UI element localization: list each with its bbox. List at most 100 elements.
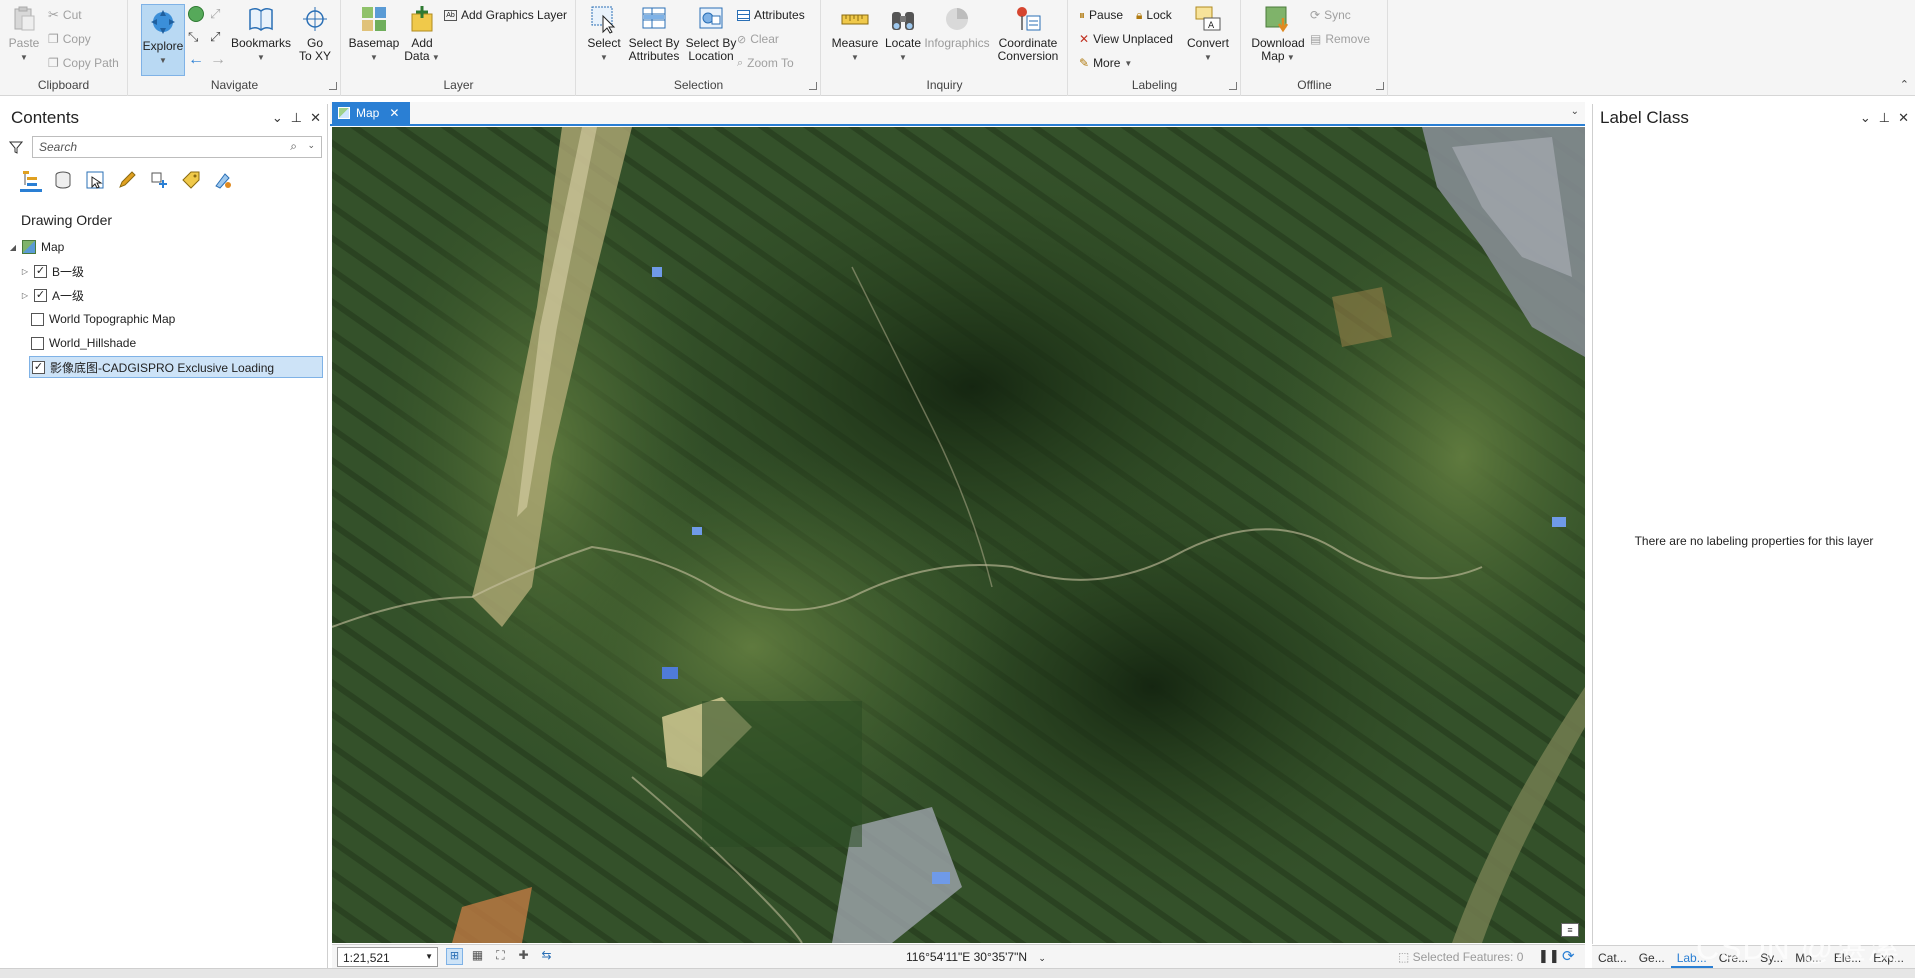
coordinate-conversion-button[interactable]: Coordinate Conversion <box>992 4 1064 63</box>
drawing-order-view-icon[interactable] <box>20 168 42 192</box>
lock-icon: 🔒︎ <box>1136 7 1143 22</box>
fixed-zoom-icon[interactable]: ⤢ <box>210 6 226 22</box>
chevron-down-icon[interactable]: ⌄ <box>307 140 315 151</box>
add-graphics-layer-button[interactable]: Ab Add Graphics Layer <box>444 5 567 25</box>
remove-button[interactable]: ▤ Remove <box>1310 29 1370 49</box>
dialog-launcher-icon[interactable] <box>1376 82 1384 90</box>
snapping-icon[interactable]: ⛶ <box>492 948 509 965</box>
selected-features-indicator[interactable]: ⬚ Selected Features: 0 <box>1398 950 1523 964</box>
layer-row-imagery-basemap[interactable]: ✓ 影像底图-CADGISPRO Exclusive Loading <box>29 356 323 378</box>
navigation-tool-icon[interactable]: ⊞ <box>446 948 463 965</box>
grid-icon[interactable]: ▦ <box>469 948 486 965</box>
forward-arrow-icon[interactable]: → <box>210 51 226 69</box>
view-unplaced-button[interactable]: ✕ View Unplaced <box>1079 29 1173 49</box>
map-view-tools: ⊞ ▦ ⛶ ✚ ⇆ <box>446 948 555 965</box>
attributes-button[interactable]: Attributes <box>737 5 805 25</box>
clear-selection-button[interactable]: ⊘ Clear <box>737 29 779 49</box>
dialog-launcher-icon[interactable] <box>329 82 337 90</box>
close-icon[interactable]: ✕ <box>1898 110 1909 126</box>
cut-button[interactable]: ✂ Cut <box>48 5 82 25</box>
labeling-view-icon[interactable] <box>180 168 202 192</box>
layer-row-a[interactable]: ▷ ✓ A一级 <box>21 284 84 306</box>
tab-map[interactable]: Map ✕ <box>332 102 410 124</box>
data-source-view-icon[interactable] <box>52 168 74 192</box>
collapse-arrow-icon[interactable]: ◢ <box>9 243 17 252</box>
contents-search-input[interactable]: Search ⌕ ⌄ <box>32 136 322 158</box>
dialog-launcher-icon[interactable] <box>1229 82 1237 90</box>
refresh-icon[interactable]: ⟳ <box>1562 947 1575 965</box>
close-icon[interactable]: ✕ <box>389 106 399 120</box>
pane-options-icon[interactable]: ⌄ <box>272 110 283 126</box>
chevron-down-icon[interactable]: ▼ <box>425 952 433 961</box>
layer-row-world-topographic-map[interactable]: World Topographic Map <box>31 308 175 330</box>
pause-labeling-button[interactable]: ⏸ Pause <box>1079 5 1123 25</box>
layer-visibility-checkbox[interactable] <box>31 312 44 326</box>
tab-catalog[interactable]: Cat... <box>1592 946 1633 968</box>
full-extent-icon[interactable] <box>188 6 204 22</box>
labeling-group: ⏸ Pause 🔒︎ Lock ✕ View Unplaced ✎ More ▼ … <box>1069 0 1241 96</box>
navigate-group: Explore ▼ ⤢ ⤡ ⤢ ← → Bookmarks ▼ Go To XY Na… <box>129 0 341 96</box>
scale-selector[interactable]: 1:21,521 ▼ <box>337 947 438 967</box>
layer-row-map[interactable]: ◢ Map <box>9 236 64 258</box>
drawing-order-heading: Drawing Order <box>21 212 113 228</box>
download-map-button[interactable]: Download Map ▼ <box>1248 4 1308 64</box>
select-by-location-button[interactable]: Select By Location <box>683 4 739 63</box>
filter-icon[interactable] <box>9 140 23 154</box>
layer-row-world-hillshade[interactable]: World_Hillshade <box>31 332 136 354</box>
layer-row-b[interactable]: ▷ ✓ B一级 <box>21 260 84 282</box>
zoom-in-fixed-icon[interactable]: ⤡ <box>188 29 204 45</box>
select-button[interactable]: Select ▼ <box>585 4 623 64</box>
copy-path-button[interactable]: ❐ Copy Path <box>48 53 119 73</box>
selected-features-text: Selected Features: 0 <box>1412 950 1524 964</box>
snapping-view-icon[interactable] <box>148 168 170 192</box>
zoom-out-fixed-icon[interactable]: ⤢ <box>210 29 226 45</box>
dialog-launcher-icon[interactable] <box>809 82 817 90</box>
lock-labeling-button[interactable]: 🔒︎ Lock <box>1136 5 1172 25</box>
contents-pane-buttons: ⌄ ⊥ ✕ <box>272 110 321 126</box>
symbology-view-icon[interactable] <box>212 168 234 192</box>
tab-geoprocessing[interactable]: Ge... <box>1633 946 1671 968</box>
labeling-more-button[interactable]: ✎ More ▼ <box>1079 53 1132 73</box>
collapse-ribbon-icon[interactable]: ⌃ <box>1900 78 1909 91</box>
paste-button[interactable]: Paste ▼ <box>6 4 42 64</box>
map-canvas[interactable]: ≡ <box>332 127 1585 943</box>
infographics-label: Infographics <box>924 36 990 50</box>
goto-xy-button[interactable]: Go To XY <box>293 4 337 63</box>
constraint-icon[interactable]: ✚ <box>515 948 532 965</box>
chevron-down-icon: ▼ <box>899 53 907 62</box>
pin-icon[interactable]: ⊥ <box>291 110 302 126</box>
layer-visibility-checkbox[interactable]: ✓ <box>34 288 47 302</box>
correction-icon[interactable]: ⇆ <box>538 948 555 965</box>
paste-label: Paste <box>8 36 40 50</box>
tab-list-chevron-icon[interactable]: ⌄ <box>1571 106 1579 117</box>
explore-button[interactable]: Explore ▼ <box>141 4 185 76</box>
locate-button[interactable]: Locate ▼ <box>882 4 924 64</box>
add-data-button[interactable]: Add Data ▼ <box>402 4 442 64</box>
close-icon[interactable]: ✕ <box>310 110 321 126</box>
layer-visibility-checkbox[interactable]: ✓ <box>34 264 47 278</box>
layer-visibility-checkbox[interactable]: ✓ <box>32 360 45 374</box>
search-icon[interactable]: ⌕ <box>290 139 297 154</box>
bookmarks-button[interactable]: Bookmarks ▼ <box>231 4 291 64</box>
download-map-label-1: Download <box>1251 36 1305 50</box>
zoom-to-button[interactable]: ⌕ Zoom To <box>737 53 794 73</box>
back-arrow-icon[interactable]: ← <box>188 51 204 69</box>
expand-arrow-icon[interactable]: ▷ <box>21 267 29 276</box>
basemap-button[interactable]: Basemap ▼ <box>348 4 400 64</box>
convert-button[interactable]: A Convert ▼ <box>1185 4 1231 64</box>
editing-view-icon[interactable] <box>116 168 138 192</box>
pause-drawing-icon[interactable]: ❚❚ <box>1538 948 1560 964</box>
sync-button[interactable]: ⟳ Sync <box>1310 5 1351 25</box>
measure-button[interactable]: Measure ▼ <box>830 4 880 64</box>
select-by-attributes-button[interactable]: Select By Attributes <box>625 4 683 63</box>
map-notes-icon[interactable]: ≡ <box>1561 923 1579 937</box>
selection-view-icon[interactable] <box>84 168 106 192</box>
chevron-down-icon[interactable]: ⌄ <box>1038 953 1046 963</box>
layer-visibility-checkbox[interactable] <box>31 336 44 350</box>
infographics-button[interactable]: Infographics <box>922 4 992 50</box>
chevron-down-icon: ▼ <box>1204 53 1212 62</box>
copy-button[interactable]: ❐ Copy <box>48 29 91 49</box>
pin-icon[interactable]: ⊥ <box>1879 110 1890 126</box>
pane-options-icon[interactable]: ⌄ <box>1860 110 1871 126</box>
expand-arrow-icon[interactable]: ▷ <box>21 291 29 300</box>
